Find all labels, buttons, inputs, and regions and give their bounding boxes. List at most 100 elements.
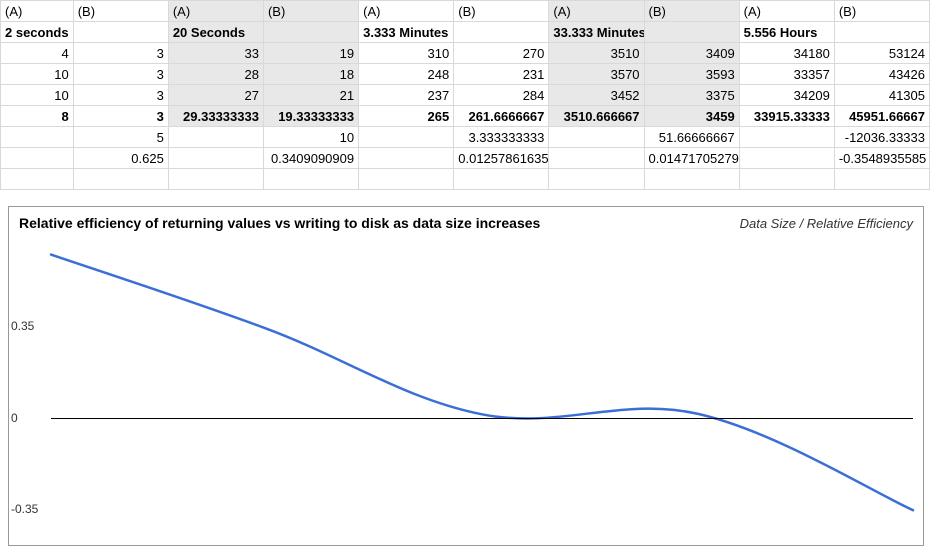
- grid-cell[interactable]: [739, 127, 834, 148]
- grid-cell[interactable]: [644, 169, 739, 190]
- grid-cell[interactable]: 3: [73, 43, 168, 64]
- grid-cell[interactable]: [359, 169, 454, 190]
- grid-cell[interactable]: [454, 169, 549, 190]
- chart-zero-line: [51, 418, 913, 419]
- grid-cell[interactable]: 19: [263, 43, 358, 64]
- grid-cell[interactable]: 29.33333333: [168, 106, 263, 127]
- grid-subheader-cell[interactable]: 20 Seconds: [168, 22, 263, 43]
- grid-header-cell[interactable]: (A): [1, 1, 74, 22]
- grid-subheader-cell[interactable]: [73, 22, 168, 43]
- grid-header-cell[interactable]: (A): [739, 1, 834, 22]
- grid-cell[interactable]: [168, 127, 263, 148]
- grid-cell[interactable]: 3409: [644, 43, 739, 64]
- grid-cell[interactable]: 5: [73, 127, 168, 148]
- grid-cell[interactable]: 3510: [549, 43, 644, 64]
- grid-cell[interactable]: 4: [1, 43, 74, 64]
- grid-cell[interactable]: [549, 148, 644, 169]
- grid-subheader-cell[interactable]: 5.556 Hours: [739, 22, 834, 43]
- grid-cell[interactable]: [359, 127, 454, 148]
- grid-cell[interactable]: 270: [454, 43, 549, 64]
- grid-subheader-cell[interactable]: [263, 22, 358, 43]
- grid-cell[interactable]: [739, 148, 834, 169]
- grid-cell[interactable]: 0.01257861635: [454, 148, 549, 169]
- grid-header-cell[interactable]: (B): [454, 1, 549, 22]
- grid-cell[interactable]: [1, 169, 74, 190]
- grid-cell[interactable]: 3: [73, 85, 168, 106]
- grid-cell[interactable]: 3: [73, 106, 168, 127]
- grid-data-row: 433319310270351034093418053124: [1, 43, 930, 64]
- grid-cell[interactable]: [168, 148, 263, 169]
- grid-cell[interactable]: 3570: [549, 64, 644, 85]
- grid-data-row: [1, 169, 930, 190]
- grid-cell[interactable]: 51.66666667: [644, 127, 739, 148]
- grid-cell[interactable]: 10: [1, 85, 74, 106]
- grid-cell[interactable]: -12036.33333: [834, 127, 929, 148]
- grid-cell[interactable]: 45951.66667: [834, 106, 929, 127]
- grid-cell[interactable]: 231: [454, 64, 549, 85]
- grid-cell[interactable]: 34180: [739, 43, 834, 64]
- grid-subheader-cell[interactable]: [834, 22, 929, 43]
- grid-subheader-cell[interactable]: 2 seconds: [1, 22, 74, 43]
- grid-cell[interactable]: 19.33333333: [263, 106, 358, 127]
- grid-header-cell[interactable]: (B): [834, 1, 929, 22]
- grid-cell[interactable]: 8: [1, 106, 74, 127]
- grid-cell[interactable]: 33357: [739, 64, 834, 85]
- grid-cell[interactable]: 3593: [644, 64, 739, 85]
- grid-cell[interactable]: [549, 127, 644, 148]
- grid-cell[interactable]: 41305: [834, 85, 929, 106]
- grid-cell[interactable]: 10: [263, 127, 358, 148]
- grid-cell[interactable]: 10: [1, 64, 74, 85]
- grid-cell[interactable]: 3459: [644, 106, 739, 127]
- grid-subheader-cell[interactable]: 3.333 Minutes: [359, 22, 454, 43]
- grid-cell[interactable]: 43426: [834, 64, 929, 85]
- grid-cell[interactable]: 3.333333333: [454, 127, 549, 148]
- grid-cell[interactable]: 3452: [549, 85, 644, 106]
- grid-subheader-cell[interactable]: [454, 22, 549, 43]
- grid-cell[interactable]: -0.3548935585: [834, 148, 929, 169]
- grid-cell[interactable]: [834, 169, 929, 190]
- grid-cell[interactable]: [168, 169, 263, 190]
- grid-cell[interactable]: 265: [359, 106, 454, 127]
- grid-cell[interactable]: 0.01471705279: [644, 148, 739, 169]
- grid-cell[interactable]: 248: [359, 64, 454, 85]
- grid-cell[interactable]: [263, 169, 358, 190]
- chart-y-tick: -0.35: [11, 502, 38, 516]
- grid-cell[interactable]: 34209: [739, 85, 834, 106]
- grid-cell[interactable]: 53124: [834, 43, 929, 64]
- grid-data-row: 1032818248231357035933335743426: [1, 64, 930, 85]
- grid-cell[interactable]: 237: [359, 85, 454, 106]
- grid-header-cell[interactable]: (B): [644, 1, 739, 22]
- grid-cell[interactable]: [359, 148, 454, 169]
- grid-header-cell[interactable]: (A): [359, 1, 454, 22]
- chart-subtitle: Data Size / Relative Efficiency: [740, 216, 913, 231]
- chart-container: Relative efficiency of returning values …: [8, 206, 924, 546]
- grid-header-cell[interactable]: (B): [263, 1, 358, 22]
- data-grid[interactable]: (A)(B)(A)(B)(A)(B)(A)(B)(A)(B)2 seconds2…: [0, 0, 930, 190]
- grid-cell[interactable]: [739, 169, 834, 190]
- grid-cell[interactable]: 3: [73, 64, 168, 85]
- grid-header-cell[interactable]: (A): [168, 1, 263, 22]
- grid-cell[interactable]: 27: [168, 85, 263, 106]
- chart-plot-area: -0.3500.35: [51, 235, 913, 535]
- grid-cell[interactable]: 28: [168, 64, 263, 85]
- grid-subheader-cell[interactable]: [644, 22, 739, 43]
- grid-cell[interactable]: 21: [263, 85, 358, 106]
- grid-cell[interactable]: [549, 169, 644, 190]
- grid-cell[interactable]: 261.6666667: [454, 106, 549, 127]
- grid-cell[interactable]: 3510.666667: [549, 106, 644, 127]
- grid-cell[interactable]: [1, 127, 74, 148]
- grid-cell[interactable]: 0.625: [73, 148, 168, 169]
- grid-header-cell[interactable]: (B): [73, 1, 168, 22]
- grid-cell[interactable]: 3375: [644, 85, 739, 106]
- grid-cell[interactable]: 284: [454, 85, 549, 106]
- grid-cell[interactable]: 33915.33333: [739, 106, 834, 127]
- grid-cell[interactable]: 0.3409090909: [263, 148, 358, 169]
- grid-cell[interactable]: 310: [359, 43, 454, 64]
- grid-cell[interactable]: 18: [263, 64, 358, 85]
- grid-cell[interactable]: [1, 148, 74, 169]
- grid-subheader-cell[interactable]: 33.333 Minutes: [549, 22, 644, 43]
- grid-data-row: 5 10 3.333333333 51.66666667 -12036.33333: [1, 127, 930, 148]
- grid-cell[interactable]: 33: [168, 43, 263, 64]
- grid-header-cell[interactable]: (A): [549, 1, 644, 22]
- grid-cell[interactable]: [73, 169, 168, 190]
